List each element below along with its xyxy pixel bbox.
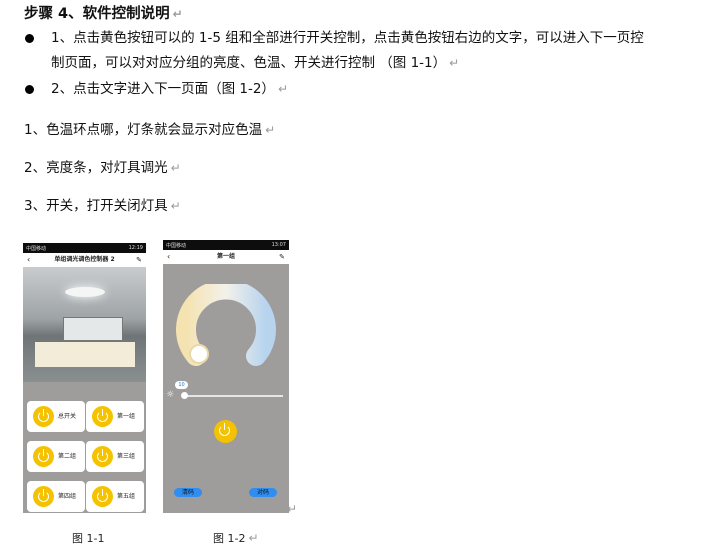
brightness-knob[interactable]	[181, 392, 189, 399]
group-button-3[interactable]: 第三组	[86, 441, 144, 472]
group-label[interactable]: 第四组	[58, 481, 76, 512]
bullet-1-line-1: 1、点击黄色按钮可以的 1-5 组和全部进行开关控制，点击黄色按钮右边的文字，可…	[51, 30, 644, 46]
room-image	[23, 267, 146, 382]
paragraph-mark: ↵	[170, 199, 181, 213]
power-icon[interactable]	[92, 446, 113, 467]
power-icon[interactable]	[33, 446, 54, 467]
caption-figure-2-text: 图 1-2	[213, 532, 246, 545]
carrier-text: 中国移动	[166, 243, 187, 249]
brightness-slider[interactable]	[181, 392, 283, 399]
paragraph-mark: ↵	[172, 7, 183, 21]
status-bar: 中国移动 13:07	[163, 240, 289, 250]
window-area	[63, 317, 123, 341]
bullet-1-line-2: 制页面，可以对对应分组的亮度、色温、开关进行控制 （图 1-1）	[51, 55, 447, 71]
group-button-1[interactable]: 第一组	[86, 401, 144, 432]
paragraph-mark: ↵	[277, 82, 288, 96]
bullet-2-text: 2、点击文字进入下一页面（图 1-2）	[51, 81, 275, 97]
bullet-dot	[25, 85, 34, 94]
device-title: 单组调光调色控制器 2	[54, 256, 115, 263]
carrier-text: 中国移动	[26, 246, 47, 252]
paragraph-mark: ↵	[170, 161, 181, 175]
paragraph-1-text: 1、色温环点哪，灯条就会显示对应色温	[24, 122, 263, 138]
power-icon[interactable]	[92, 486, 113, 507]
status-bar: 中国移动 12:19	[23, 243, 146, 253]
paragraph-2-text: 2、亮度条，对灯具调光	[24, 160, 168, 176]
title-bar: ‹ 单组调光调色控制器 2 ✎	[23, 253, 146, 267]
screenshot-figure-2: 中国移动 13:07 ‹ 第一组 ✎ 10 ☼ 清码 对码	[163, 240, 289, 513]
title-bar: ‹ 第一组 ✎	[163, 250, 289, 264]
group-label[interactable]: 第三组	[117, 441, 135, 472]
group-label[interactable]: 总开关	[58, 401, 76, 432]
kitchen-counter	[35, 342, 135, 367]
group-title: 第一组	[216, 253, 235, 260]
pair-code-button[interactable]: 对码	[249, 488, 277, 497]
clock-text: 13:07	[271, 242, 286, 248]
clear-code-button[interactable]: 清码	[174, 488, 202, 497]
section-heading: 步骤 4、软件控制说明 ↵	[24, 2, 183, 23]
paragraph-mark: ↵	[449, 56, 460, 70]
paragraph-mark: ↵	[265, 123, 276, 137]
heading-text: 步骤 4、软件控制说明	[24, 6, 170, 22]
bullet-item-1: 1、点击黄色按钮可以的 1-5 组和全部进行开关控制，点击黄色按钮右边的文字，可…	[51, 26, 701, 76]
bullet-dot	[25, 34, 34, 43]
brightness-value-badge: 10	[175, 381, 188, 389]
power-icon[interactable]	[214, 420, 237, 443]
power-icon[interactable]	[33, 406, 54, 427]
group-label[interactable]: 第五组	[117, 481, 135, 512]
paragraph-3: 3、开关，打开关闭灯具 ↵	[24, 194, 181, 219]
paragraph-mark: ↵	[248, 531, 259, 545]
back-icon[interactable]: ‹	[27, 253, 30, 267]
group-button-4[interactable]: 第四组	[27, 481, 85, 512]
group-button-all[interactable]: 总开关	[27, 401, 85, 432]
back-icon[interactable]: ‹	[167, 250, 170, 264]
group-label[interactable]: 第二组	[58, 441, 76, 472]
group-label[interactable]: 第一组	[117, 401, 135, 432]
screenshot-figure-1: 中国移动 12:19 ‹ 单组调光调色控制器 2 ✎ 总开关 第一组 第二组 第…	[23, 243, 146, 513]
ceiling-light	[65, 287, 105, 297]
paragraph-3-text: 3、开关，打开关闭灯具	[24, 198, 168, 214]
temperature-handle[interactable]	[189, 344, 209, 364]
paragraph-2: 2、亮度条，对灯具调光 ↵	[24, 156, 181, 181]
power-icon[interactable]	[92, 406, 113, 427]
color-temperature-ring[interactable]	[176, 284, 276, 368]
edit-icon[interactable]: ✎	[279, 250, 285, 264]
clock-text: 12:19	[128, 245, 143, 251]
bullet-item-2: 2、点击文字进入下一页面（图 1-2） ↵	[51, 77, 288, 102]
power-icon[interactable]	[33, 486, 54, 507]
group-button-2[interactable]: 第二组	[27, 441, 85, 472]
group-button-5[interactable]: 第五组	[86, 481, 144, 512]
paragraph-1: 1、色温环点哪，灯条就会显示对应色温 ↵	[24, 118, 275, 143]
paragraph-mark: ↵	[287, 502, 298, 516]
edit-icon[interactable]: ✎	[136, 253, 142, 267]
sun-icon: ☼	[166, 390, 175, 400]
